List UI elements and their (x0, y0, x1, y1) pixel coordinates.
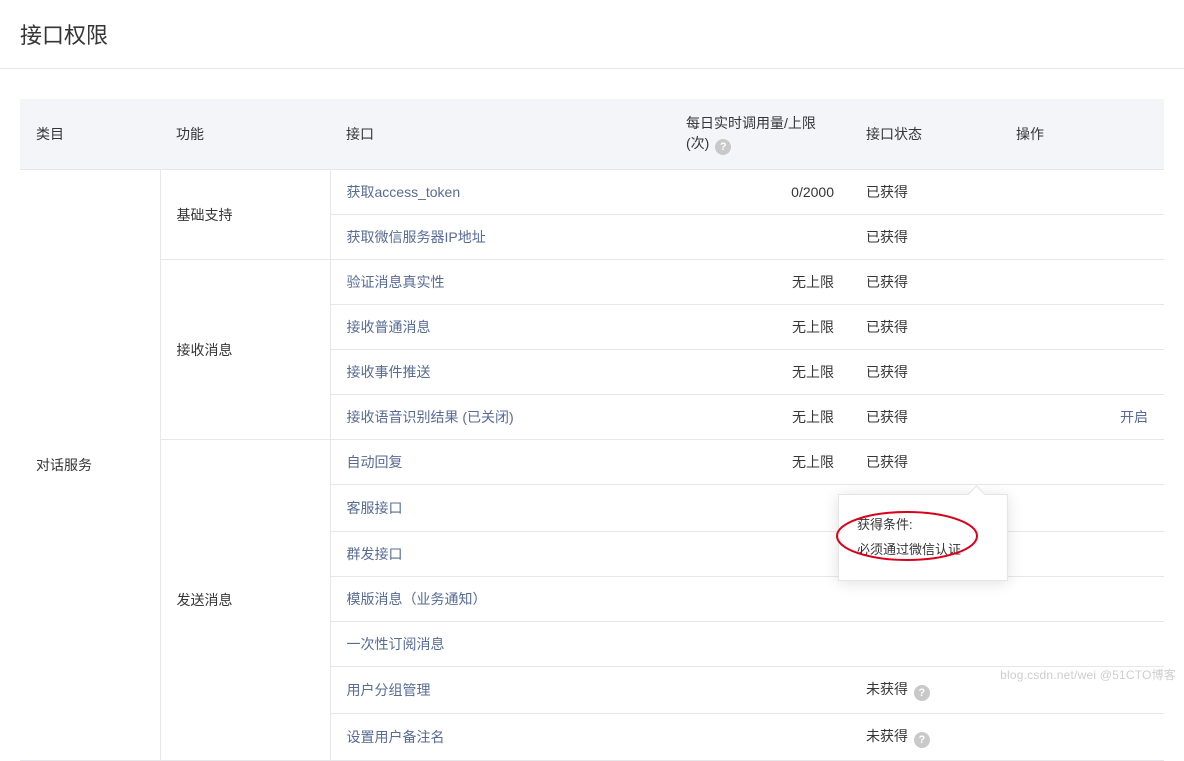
cell-api: 自动回复 (330, 440, 670, 485)
status-tooltip: 获得条件: 必须通过微信认证 (838, 494, 1008, 581)
cell-usage (670, 577, 850, 622)
cell-api: 接收普通消息 (330, 305, 670, 350)
cell-status: 已获得 (850, 170, 1000, 215)
status-text: 已获得 (866, 274, 908, 290)
api-link[interactable]: 接收普通消息 (347, 319, 431, 335)
cell-usage (670, 215, 850, 260)
api-link[interactable]: 获取微信服务器IP地址 (347, 229, 486, 245)
col-op: 操作 (1000, 99, 1164, 170)
cell-api: 接收语音识别结果 (已关闭) (330, 395, 670, 440)
cell-function: 接收消息 (160, 260, 330, 440)
cell-op (1000, 215, 1164, 260)
col-status: 接口状态 (850, 99, 1000, 170)
cell-status: 已获得 (850, 215, 1000, 260)
cell-function: 基础支持 (160, 170, 330, 260)
api-link[interactable]: 接收事件推送 (347, 364, 431, 380)
status-text: 已获得 (866, 229, 908, 245)
col-usage: 每日实时调用量/上限(次) ? (670, 99, 850, 170)
cell-category: 对话服务 (20, 170, 160, 761)
table-row: 发送消息自动回复无上限已获得 (20, 440, 1164, 485)
table-row: 对话服务基础支持获取access_token0/2000已获得 (20, 170, 1164, 215)
cell-usage: 无上限 (670, 305, 850, 350)
cell-status: 已获得 (850, 440, 1000, 485)
col-function: 功能 (160, 99, 330, 170)
cell-op (1000, 532, 1164, 577)
cell-usage (670, 622, 850, 667)
page-title: 接口权限 (0, 0, 1184, 69)
cell-usage: 0/2000 (670, 170, 850, 215)
tooltip-title: 获得条件: (857, 513, 989, 538)
cell-op (1000, 577, 1164, 622)
cell-api: 获取微信服务器IP地址 (330, 215, 670, 260)
cell-api: 用户分组管理 (330, 667, 670, 714)
col-category: 类目 (20, 99, 160, 170)
cell-api: 一次性订阅消息 (330, 622, 670, 667)
api-link[interactable]: 一次性订阅消息 (347, 636, 445, 652)
cell-status: 已获得 (850, 395, 1000, 440)
cell-status: 已获得 (850, 260, 1000, 305)
api-link[interactable]: 模版消息（业务通知） (347, 591, 487, 607)
cell-op (1000, 350, 1164, 395)
status-text: 已获得 (866, 454, 908, 470)
table-header-row: 类目 功能 接口 每日实时调用量/上限(次) ? 接口状态 操作 (20, 99, 1164, 170)
cell-api: 验证消息真实性 (330, 260, 670, 305)
cell-api: 群发接口 (330, 532, 670, 577)
cell-status (850, 622, 1000, 667)
cell-op (1000, 170, 1164, 215)
cell-api: 获取access_token (330, 170, 670, 215)
cell-usage: 无上限 (670, 395, 850, 440)
help-icon[interactable]: ? (914, 685, 930, 701)
cell-usage: 无上限 (670, 440, 850, 485)
cell-usage (670, 714, 850, 761)
cell-op (1000, 305, 1164, 350)
cell-status: 未获得 ? (850, 667, 1000, 714)
cell-status: 未获得 ? (850, 714, 1000, 761)
api-link[interactable]: 用户分组管理 (347, 682, 431, 698)
help-icon[interactable]: ? (715, 139, 731, 155)
status-text: 未获得 (866, 681, 908, 697)
cell-usage: 无上限 (670, 260, 850, 305)
content-area: 类目 功能 接口 每日实时调用量/上限(次) ? 接口状态 操作 对话服务基础支… (0, 69, 1184, 761)
op-link[interactable]: 开启 (1120, 409, 1148, 425)
api-link[interactable]: 自动回复 (347, 454, 403, 470)
cell-op: 开启 (1000, 395, 1164, 440)
cell-op (1000, 622, 1164, 667)
cell-api: 设置用户备注名 (330, 714, 670, 761)
cell-api: 客服接口 (330, 485, 670, 532)
api-link[interactable]: 验证消息真实性 (347, 274, 445, 290)
cell-function: 发送消息 (160, 440, 330, 761)
cell-op (1000, 260, 1164, 305)
cell-op (1000, 714, 1164, 761)
status-text: 已获得 (866, 364, 908, 380)
help-icon[interactable]: ? (914, 732, 930, 748)
cell-status: 已获得 (850, 305, 1000, 350)
status-text: 已获得 (866, 184, 908, 200)
api-link[interactable]: 群发接口 (347, 546, 403, 562)
api-link[interactable]: 接收语音识别结果 (已关闭) (347, 409, 514, 425)
table-row: 接收消息验证消息真实性无上限已获得 (20, 260, 1164, 305)
status-text: 已获得 (866, 409, 908, 425)
permission-table: 类目 功能 接口 每日实时调用量/上限(次) ? 接口状态 操作 对话服务基础支… (20, 99, 1164, 761)
cell-op (1000, 485, 1164, 532)
cell-usage (670, 532, 850, 577)
cell-usage (670, 667, 850, 714)
cell-status: 已获得 (850, 350, 1000, 395)
cell-api: 接收事件推送 (330, 350, 670, 395)
api-link[interactable]: 获取access_token (347, 184, 461, 200)
cell-api: 模版消息（业务通知） (330, 577, 670, 622)
watermark-text: blog.csdn.net/wei @51CTO博客 (1000, 666, 1176, 683)
col-api: 接口 (330, 99, 670, 170)
api-link[interactable]: 设置用户备注名 (347, 729, 445, 745)
cell-usage: 无上限 (670, 350, 850, 395)
status-text: 未获得 (866, 728, 908, 744)
cell-status (850, 577, 1000, 622)
cell-op (1000, 440, 1164, 485)
api-link[interactable]: 客服接口 (347, 500, 403, 516)
cell-usage (670, 485, 850, 532)
tooltip-body: 必须通过微信认证 (857, 538, 989, 563)
status-text: 已获得 (866, 319, 908, 335)
col-usage-label: 每日实时调用量/上限(次) (686, 115, 816, 151)
